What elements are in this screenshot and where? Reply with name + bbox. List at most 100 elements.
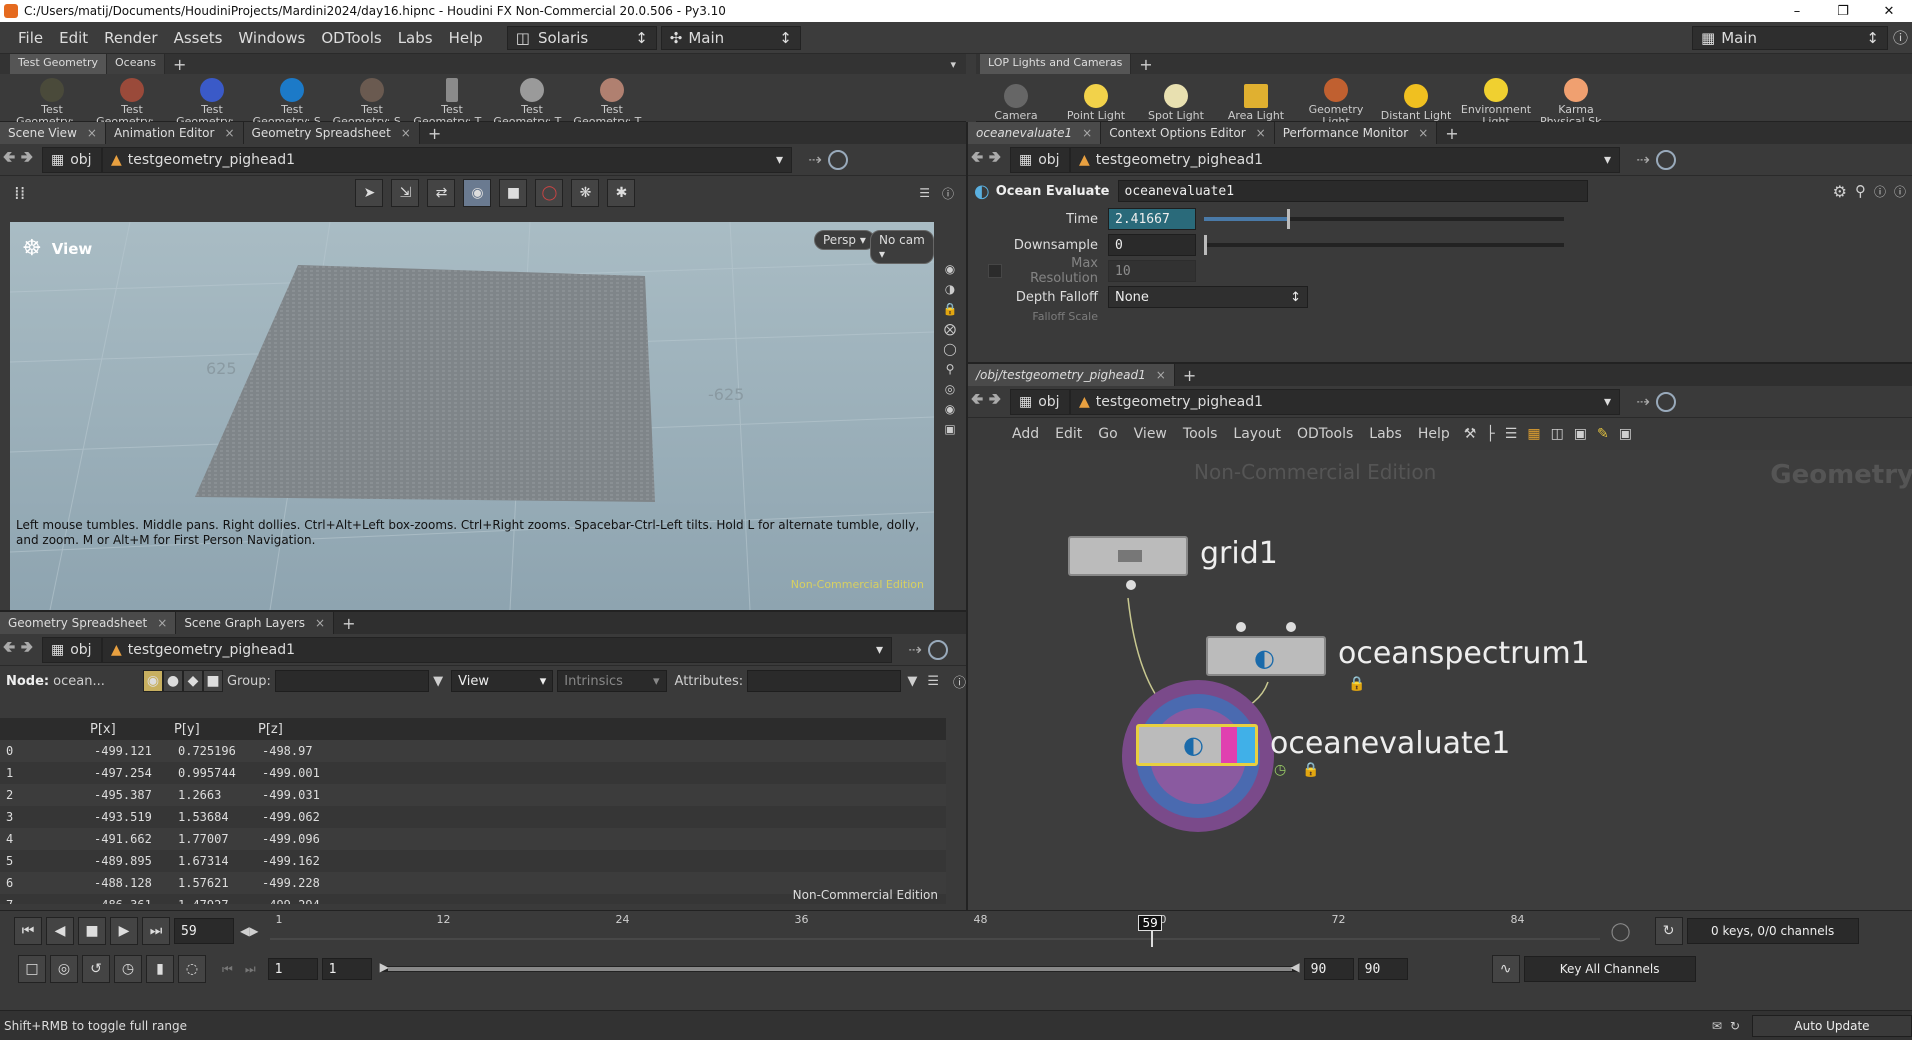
- filter-icon[interactable]: ▼: [433, 674, 443, 689]
- tool-spot-light[interactable]: Spot Light: [1136, 84, 1216, 122]
- add-tab-icon[interactable]: +: [1175, 366, 1204, 385]
- depth-falloff-dropdown[interactable]: None ↕: [1108, 286, 1308, 308]
- shelf-tab-lop-lights[interactable]: LOP Lights and Cameras: [980, 54, 1132, 74]
- input-connector[interactable]: [1286, 622, 1296, 632]
- current-frame-field[interactable]: 59: [174, 918, 234, 944]
- network-canvas[interactable]: Non-Commercial Edition Geometry grid1 ◐ …: [968, 450, 1912, 912]
- right-desktop-dropdown[interactable]: ▦ Main ↕: [1692, 25, 1888, 50]
- primitives-mode-icon[interactable]: ◆: [183, 670, 203, 692]
- timeline-scrubber[interactable]: 1 12 24 36 48 60 72 84 59: [270, 913, 1601, 949]
- menu-assets[interactable]: Assets: [166, 29, 231, 47]
- time-slider[interactable]: [1204, 209, 1564, 229]
- vertices-mode-icon[interactable]: ●: [163, 670, 183, 692]
- net-menu-tools[interactable]: Tools: [1175, 426, 1226, 442]
- tool-test-geometry-5[interactable]: Test Geometry: S...: [332, 78, 412, 128]
- clock-icon[interactable]: ◷: [114, 955, 142, 983]
- menu-file[interactable]: File: [10, 29, 51, 47]
- tab-geometry-spreadsheet[interactable]: Geometry Spreadsheet ×: [243, 122, 420, 144]
- snap-icon[interactable]: ■: [499, 179, 528, 207]
- window-icon[interactable]: ▣: [1574, 426, 1587, 442]
- tab-network-path[interactable]: /obj/testgeometry_pighead1 ×: [968, 364, 1175, 386]
- menu-labs[interactable]: Labs: [390, 29, 441, 47]
- chat-icon[interactable]: ✉: [1712, 1019, 1722, 1033]
- node-label-grid1[interactable]: grid1: [1200, 536, 1278, 571]
- time-slider-handle[interactable]: [1286, 209, 1290, 229]
- layout-icon[interactable]: ◫: [1551, 426, 1564, 442]
- shelf-tab-oceans[interactable]: Oceans: [107, 54, 165, 74]
- snapshot-icon[interactable]: ▣: [944, 422, 955, 436]
- max-res-checkbox[interactable]: [988, 264, 1002, 278]
- prev-key-icon[interactable]: ⏮: [222, 962, 233, 977]
- range-start2-field[interactable]: 1: [321, 958, 372, 980]
- node-name-input[interactable]: oceanevaluate1: [1117, 180, 1588, 202]
- grid-color-icon[interactable]: ▦: [1527, 426, 1540, 442]
- spreadsheet-help-icon[interactable]: ⓘ: [953, 672, 966, 691]
- stop-icon[interactable]: ■: [78, 917, 106, 945]
- visualizer-icon[interactable]: ❋: [571, 179, 600, 207]
- transform-tool-icon[interactable]: ⇲: [391, 179, 420, 207]
- shading-icon[interactable]: ◯: [943, 342, 956, 356]
- path-root[interactable]: ▦ obj: [1010, 146, 1070, 173]
- lock-camera-icon[interactable]: 🔒: [943, 302, 958, 316]
- sticky-note-icon[interactable]: ✎: [1597, 426, 1609, 442]
- keyframe-filter-icon[interactable]: ▮: [146, 955, 174, 983]
- forward-arrow-icon[interactable]: 🢂: [18, 636, 36, 663]
- scope-icon[interactable]: ◌: [178, 955, 206, 983]
- add-tab-icon[interactable]: +: [420, 124, 449, 143]
- add-shelf-icon[interactable]: +: [1131, 55, 1160, 74]
- tool-test-geometry-4[interactable]: Test Geometry: S...: [252, 78, 332, 128]
- range-handle-right[interactable]: ◀: [1290, 960, 1299, 974]
- link-icon[interactable]: [1656, 149, 1676, 170]
- tab-animation-editor[interactable]: Animation Editor ×: [105, 122, 244, 144]
- downsample-slider-handle[interactable]: [1204, 235, 1207, 255]
- link-icon[interactable]: [928, 639, 948, 660]
- node-label-oceanspectrum1[interactable]: oceanspectrum1: [1338, 636, 1590, 671]
- group-input[interactable]: [274, 670, 430, 692]
- columns-icon[interactable]: ☰: [927, 674, 939, 689]
- desktop-dropdown[interactable]: ◫ Solaris ↕: [506, 25, 657, 50]
- template-flag[interactable]: [1221, 727, 1237, 763]
- display-options-icon[interactable]: ☰: [919, 186, 930, 200]
- lights-icon[interactable]: ✱: [607, 179, 636, 207]
- forward-arrow-icon[interactable]: 🢂: [986, 146, 1004, 173]
- play-icon[interactable]: ▶: [110, 917, 138, 945]
- table-row[interactable]: 5 -489.895 1.67314 -499.162: [0, 850, 946, 872]
- tool-karma-sky[interactable]: Karma Physical Sk...: [1536, 78, 1616, 128]
- path-node[interactable]: ▲ testgeometry_pighead1 ▾: [102, 146, 792, 173]
- lock-icon[interactable]: 🔒: [1348, 676, 1365, 692]
- auto-key-icon[interactable]: ◯: [1610, 921, 1630, 942]
- path-root[interactable]: ▦ obj: [42, 636, 102, 663]
- tool-test-geometry-8[interactable]: Test Geometry: T...: [572, 78, 652, 128]
- tool-distant-light[interactable]: Distant Light: [1376, 84, 1456, 122]
- view-tool-icon[interactable]: ◉: [463, 179, 492, 207]
- col-pz[interactable]: P[z]: [256, 722, 340, 737]
- path-node[interactable]: ▲ testgeometry_pighead1 ▾: [102, 636, 892, 663]
- tool-area-light[interactable]: Area Light: [1216, 84, 1296, 122]
- camera-view-icon[interactable]: ◉: [945, 262, 955, 276]
- add-tab-icon[interactable]: +: [334, 614, 363, 633]
- look-through-icon[interactable]: ◉: [945, 402, 955, 416]
- node-grid1[interactable]: [1068, 536, 1188, 576]
- node-label-oceanevaluate1[interactable]: oceanevaluate1: [1270, 726, 1510, 761]
- path-node[interactable]: ▲ testgeometry_pighead1 ▾: [1070, 146, 1620, 173]
- 3d-viewport[interactable]: 625 -625 ☸ View Persp ▾ No cam ▾ Left mou…: [10, 222, 934, 610]
- tab-scene-view[interactable]: Scene View ×: [0, 122, 106, 144]
- view-label[interactable]: ☸ View: [22, 236, 92, 261]
- points-mode-icon[interactable]: ◉: [143, 670, 164, 692]
- tool-test-geometry-3[interactable]: Test Geometry: ...: [172, 78, 252, 128]
- display-geo-icon[interactable]: ◑: [945, 282, 955, 296]
- menu-windows[interactable]: Windows: [230, 29, 313, 47]
- link-icon[interactable]: [1656, 391, 1676, 412]
- back-arrow-icon[interactable]: 🢀: [0, 636, 18, 663]
- range-start-field[interactable]: 1: [267, 958, 318, 980]
- table-row[interactable]: 3 -493.519 1.53684 -499.062: [0, 806, 946, 828]
- realtime-icon[interactable]: □: [18, 955, 46, 983]
- update-icon[interactable]: ↻: [1730, 1019, 1740, 1033]
- shelf-tab-test-geometry[interactable]: Test Geometry: [10, 54, 108, 74]
- pin-icon[interactable]: ⇢: [906, 640, 924, 659]
- tab-context-options[interactable]: Context Options Editor ×: [1101, 122, 1275, 144]
- tool-test-geometry-1[interactable]: Test Geometry: ...: [12, 78, 92, 128]
- tab-oceanevaluate1[interactable]: oceanevaluate1 ×: [968, 122, 1102, 144]
- table-row[interactable]: 4 -491.662 1.77007 -499.096: [0, 828, 946, 850]
- next-key-icon[interactable]: ⏭: [245, 962, 256, 977]
